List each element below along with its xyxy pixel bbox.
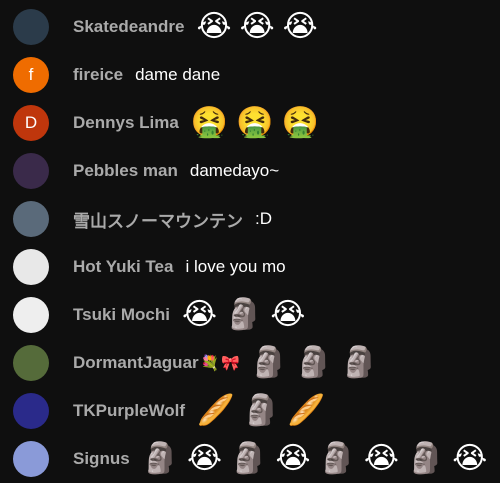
loudly-crying-face-icon: 😭 [196,10,232,43]
chat-message[interactable]: Tsuki Mochi 😭 🗿 😭 [0,291,500,339]
baguette-icon: 🥖 [287,394,326,427]
chat-message[interactable]: f fireice dame dane [0,51,500,99]
author-name[interactable]: 雪山スノーマウンテン [73,207,243,232]
chat-message[interactable]: 雪山スノーマウンテン :D [0,195,500,243]
moai-icon: 🗿 [340,346,379,379]
moai-icon: 🗿 [141,442,180,475]
moai-icon: 🗿 [406,442,445,475]
moai-icon: 🗿 [318,442,356,475]
avatar[interactable] [13,345,49,381]
message-text: 😭 😭 😭 [197,12,326,42]
message-text: dame dane [135,65,221,84]
live-chat-list: Skatedeandre 😭 😭 😭 f fireice dame dane D Dennys … [0,0,500,483]
chat-message[interactable]: DormantJaguar 💐 🎀 🗿 🗿 🗿 [0,339,500,387]
chat-message[interactable]: D Dennys Lima 🤮 🤮 🤮 [0,99,500,147]
loudly-crying-face-icon: 😭 [282,10,318,43]
avatar[interactable] [13,153,49,189]
avatar[interactable] [13,297,49,333]
author-name[interactable]: Tsuki Mochi [73,305,170,325]
message-text: damedayo~ [189,161,280,180]
author-name[interactable]: Dennys Lima [73,113,179,133]
message-text: 🤮 🤮 🤮 [191,108,327,138]
laughing-purple-face-icon: 🤮 [281,106,319,139]
loudly-crying-face-icon: 😭 [239,10,275,43]
loudly-crying-face-icon: 😭 [363,442,399,475]
loudly-crying-face-icon: 😭 [181,298,218,331]
avatar[interactable]: D [13,105,49,141]
moai-icon: 🗿 [225,298,263,331]
flower-badge-icon: 💐 [200,354,220,372]
author-name[interactable]: fireice [73,65,123,85]
author-name[interactable]: Skatedeandre [73,17,185,37]
moai-icon: 🗿 [242,394,280,427]
chat-message[interactable]: Pebbles man damedayo~ [0,147,500,195]
chat-message[interactable]: Hot Yuki Tea i love you mo [0,243,500,291]
avatar[interactable]: f [13,57,49,93]
avatar[interactable] [13,249,49,285]
avatar-letter: D [24,113,38,132]
author-name[interactable]: TKPurpleWolf [73,401,185,421]
chat-message[interactable]: TKPurpleWolf 🥖 🗿 🥖 [0,387,500,435]
avatar[interactable] [13,441,49,477]
message-text: i love you mo [185,257,286,276]
message-text: :D [255,209,272,228]
moai-icon: 🗿 [295,346,333,379]
chat-message[interactable]: Skatedeandre 😭 😭 😭 [0,3,500,51]
avatar-letter: f [28,65,34,84]
loudly-crying-face-icon: 😭 [187,442,223,475]
avatar[interactable] [13,9,49,45]
chat-message[interactable]: Signus 🗿 😭 🗿 😭 🗿 😭 🗿 😭 [0,435,500,483]
message-text: 🗿 😭 🗿 😭 🗿 😭 🗿 😭 [142,444,496,474]
message-text: 😭 🗿 😭 [182,300,313,330]
ribbon-badge-icon: 🎀 [221,354,241,372]
message-text: 🗿 🗿 🗿 [250,348,386,378]
avatar[interactable] [13,201,49,237]
loudly-crying-face-icon: 😭 [452,442,488,475]
avatar[interactable] [13,393,49,429]
author-name[interactable]: Signus [73,449,130,469]
laughing-purple-face-icon: 🤮 [236,106,274,139]
author-name[interactable]: Pebbles man [73,161,178,181]
author-name[interactable]: Hot Yuki Tea [73,257,173,277]
moai-icon: 🗿 [230,442,268,475]
laughing-purple-face-icon: 🤮 [190,106,229,139]
author-badges: 💐 🎀 [201,356,240,371]
message-text: 🥖 🗿 🥖 [197,396,333,426]
author-name[interactable]: DormantJaguar [73,353,199,373]
loudly-crying-face-icon: 😭 [270,298,306,331]
moai-icon: 🗿 [250,346,288,379]
baguette-icon: 🥖 [197,394,235,427]
loudly-crying-face-icon: 😭 [275,442,311,475]
